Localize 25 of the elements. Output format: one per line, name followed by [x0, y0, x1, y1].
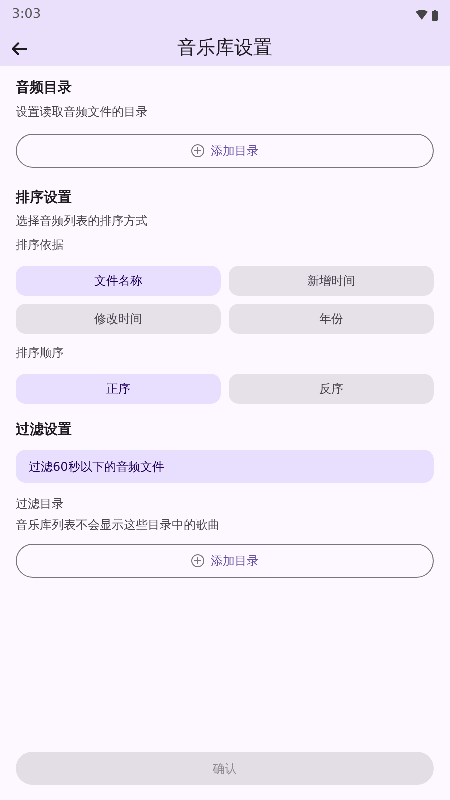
sort-option-chip[interactable]: 修改时间 — [16, 304, 221, 334]
add-folder-button[interactable]: 添加目录 — [16, 134, 434, 168]
status-time: 3:03 — [12, 6, 42, 24]
sort-option-chip[interactable]: 新增时间 — [229, 266, 434, 296]
sort-option-chip[interactable]: 年份 — [229, 304, 434, 334]
sort-option-chip[interactable]: 文件名称 — [16, 266, 221, 296]
add-folder-button[interactable]: 添加目录 — [16, 544, 434, 578]
add-circle-icon — [191, 554, 205, 568]
section-title: 过滤设置 — [16, 421, 73, 440]
section-title: 排序设置 — [16, 188, 73, 208]
filter-toggle-chip[interactable]: 过滤60秒以下的音频文件 — [16, 450, 434, 483]
add-circle-icon — [191, 144, 205, 158]
sort-option-chip[interactable]: 反序 — [229, 374, 434, 404]
battery-icon — [432, 10, 438, 20]
section-title: 音频目录 — [16, 78, 73, 98]
screen-title: 音乐库设置 — [178, 36, 272, 61]
field-label: 过滤目录 — [16, 496, 65, 513]
field-label: 排序依据 — [16, 237, 65, 254]
section-subtitle: 音乐库列表不会显示这些目录中的歌曲 — [16, 517, 221, 534]
section-subtitle: 设置读取音频文件的目录 — [16, 104, 149, 121]
section-subtitle: 选择音频列表的排序方式 — [16, 213, 149, 230]
back-arrow-icon — [12, 42, 28, 56]
wifi-icon — [416, 10, 428, 20]
field-label: 排序顺序 — [16, 345, 65, 362]
sort-option-chip[interactable]: 正序 — [16, 374, 221, 404]
